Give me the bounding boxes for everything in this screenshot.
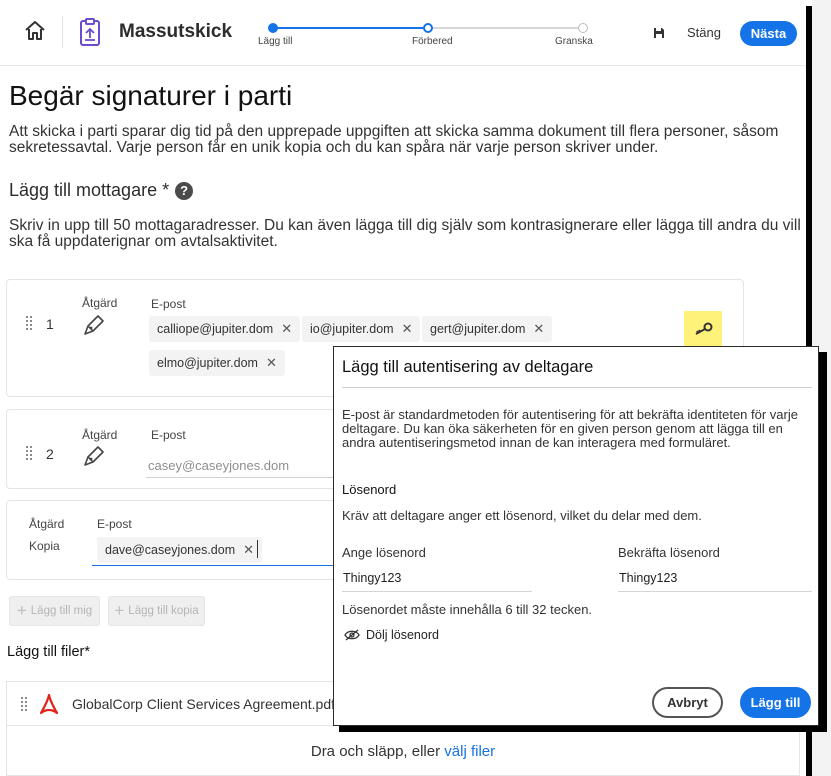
- file-name: GlobalCorp Client Services Agreement.pdf: [72, 696, 336, 712]
- cc-input-underline: [92, 565, 333, 566]
- email-chip-text: gert@jupiter.dom: [430, 322, 526, 336]
- drag-handle-icon[interactable]: [26, 316, 32, 330]
- password-input[interactable]: [342, 564, 532, 592]
- eye-slash-icon: [344, 629, 360, 641]
- recipient-number: 2: [46, 446, 54, 462]
- cc-input-caret: [257, 540, 258, 558]
- pdf-icon: [39, 693, 59, 715]
- cc-action-value[interactable]: Kopia: [29, 539, 60, 553]
- cc-email-chip[interactable]: dave@caseyjones.dom ✕: [97, 537, 263, 563]
- dialog-shadow: [819, 352, 827, 732]
- participant-authentication-dialog: Lägg till autentisering av deltagare E-p…: [333, 346, 819, 726]
- email-input-underline: [146, 477, 333, 478]
- stepper-line-pending: [428, 27, 583, 29]
- drop-zone-text: Dra och släpp, eller välj filer: [7, 743, 799, 760]
- bulk-send-app-icon: [78, 17, 102, 47]
- recipients-heading: Lägg till mottagare * ?: [9, 180, 194, 201]
- cc-action-label: Åtgärd: [29, 517, 65, 531]
- recipients-description: Skriv in upp till 50 mottagaradresser. D…: [9, 217, 801, 250]
- hide-password-label: Dölj lösenord: [366, 628, 439, 642]
- drop-text: Dra och släpp, eller: [310, 743, 445, 760]
- stepper-line-complete: [273, 27, 428, 29]
- progress-stepper: Lägg till Förbered Granska: [258, 22, 598, 52]
- key-icon: [695, 322, 713, 335]
- dialog-divider: [342, 387, 812, 388]
- password-hint: Lösenordet måste innehålla 6 till 32 tec…: [342, 602, 593, 617]
- step-dot-add: [268, 23, 278, 33]
- cc-email-label: E-post: [97, 517, 132, 531]
- save-icon: [654, 28, 664, 38]
- hide-password-toggle[interactable]: Dölj lösenord: [344, 628, 439, 642]
- step-label-review: Granska: [555, 36, 593, 47]
- add-cc-label: Lägg till kopia: [128, 605, 199, 617]
- add-cc-button[interactable]: + Lägg till kopia: [108, 596, 205, 626]
- dialog-description: E-post är standardmetoden för autentiser…: [342, 407, 798, 450]
- header-divider: [62, 16, 63, 48]
- email-chip[interactable]: io@jupiter.dom ✕: [302, 316, 421, 342]
- signer-pen-icon[interactable]: [82, 444, 106, 468]
- add-me-button[interactable]: + Lägg till mig: [9, 596, 100, 626]
- password-section-title: Lösenord: [342, 482, 397, 497]
- cancel-button[interactable]: Avbryt: [652, 687, 723, 718]
- file-drop-zone[interactable]: Dra och släpp, eller välj filer: [6, 725, 800, 776]
- email-label: E-post: [151, 297, 186, 311]
- page-title: Begär signaturer i parti: [9, 80, 293, 111]
- step-label-prepare: Förbered: [412, 36, 453, 47]
- signer-pen-icon[interactable]: [82, 313, 106, 337]
- cc-email-chip-text: dave@caseyjones.dom: [105, 543, 236, 557]
- password-section-note: Kräv att deltagare anger ett lösenord, v…: [342, 508, 702, 523]
- top-bar: Massutskick Lägg till Förbered Granska S…: [0, 0, 806, 66]
- home-icon: [25, 21, 45, 40]
- remove-chip-icon[interactable]: ✕: [243, 542, 254, 558]
- action-label: Åtgärd: [82, 428, 118, 442]
- dialog-shadow: [339, 726, 827, 732]
- drag-handle-icon[interactable]: [21, 697, 27, 711]
- save-button[interactable]: [652, 26, 666, 40]
- close-button[interactable]: Stäng: [687, 25, 721, 40]
- authentication-key-button[interactable]: [684, 311, 722, 347]
- email-chip-text: calliope@jupiter.dom: [157, 322, 274, 336]
- step-dot-review: [578, 23, 588, 33]
- help-icon[interactable]: ?: [175, 181, 194, 200]
- remove-chip-icon[interactable]: ✕: [266, 355, 277, 371]
- step-label-add: Lägg till: [258, 36, 293, 47]
- step-dot-prepare: [423, 23, 433, 33]
- email-chip-text: elmo@jupiter.dom: [157, 356, 258, 370]
- email-chip[interactable]: elmo@jupiter.dom ✕: [149, 350, 285, 376]
- confirm-password-label: Bekräfta lösenord: [618, 545, 720, 560]
- plus-icon: +: [114, 601, 125, 620]
- email-label: E-post: [151, 428, 186, 442]
- drag-handle-icon[interactable]: [26, 446, 32, 460]
- email-chip[interactable]: gert@jupiter.dom ✕: [422, 316, 553, 342]
- choose-files-link[interactable]: välj filer: [444, 743, 495, 760]
- dialog-title: Lägg till autentisering av deltagare: [342, 358, 594, 376]
- email-chip-text: io@jupiter.dom: [310, 322, 394, 336]
- recipient-number: 1: [46, 316, 54, 332]
- confirm-password-input[interactable]: [618, 564, 812, 592]
- email-input-placeholder[interactable]: casey@caseyjones.dom: [148, 458, 289, 473]
- app-title: Massutskick: [119, 21, 233, 42]
- remove-chip-icon[interactable]: ✕: [533, 321, 544, 337]
- remove-chip-icon[interactable]: ✕: [402, 321, 413, 337]
- email-chip[interactable]: calliope@jupiter.dom ✕: [149, 316, 301, 342]
- add-files-title: Lägg till filer*: [7, 644, 91, 660]
- intro-text: Att skicka i parti sparar dig tid på den…: [9, 123, 779, 156]
- home-button[interactable]: [22, 18, 48, 44]
- recipients-title: Lägg till mottagare *: [9, 180, 170, 200]
- remove-chip-icon[interactable]: ✕: [281, 321, 292, 337]
- action-label: Åtgärd: [82, 296, 118, 310]
- add-button[interactable]: Lägg till: [740, 687, 811, 718]
- password-label: Ange lösenord: [342, 545, 426, 560]
- add-me-label: Lägg till mig: [30, 605, 93, 617]
- next-button[interactable]: Nästa: [740, 21, 797, 46]
- plus-icon: +: [16, 601, 27, 620]
